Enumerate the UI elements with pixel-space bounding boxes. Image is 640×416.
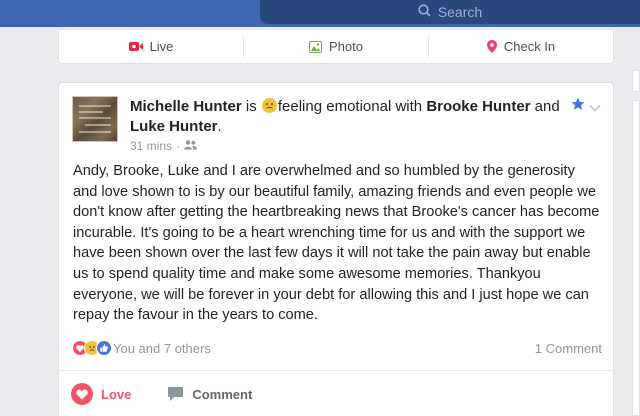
comments-count[interactable]: 1 Comment bbox=[535, 341, 602, 356]
love-label: Love bbox=[101, 386, 132, 402]
search-bar[interactable]: Search bbox=[260, 0, 640, 24]
comment-icon bbox=[167, 386, 184, 402]
friends-audience-icon[interactable] bbox=[184, 139, 198, 153]
photo-label: Photo bbox=[329, 39, 363, 54]
chevron-down-icon[interactable] bbox=[589, 99, 601, 117]
feeling-emoji-icon bbox=[261, 98, 277, 113]
comment-label: Comment bbox=[192, 386, 253, 402]
location-pin-icon bbox=[486, 40, 497, 53]
check-in-label: Check In bbox=[503, 39, 556, 54]
right-column-card bbox=[632, 100, 640, 416]
feed-post: Michelle Hunter is feeling emotional wit… bbox=[58, 82, 614, 416]
photo-button[interactable]: Photo bbox=[244, 35, 429, 58]
post-header: Michelle Hunter is feeling emotional wit… bbox=[130, 97, 570, 137]
like-reaction-icon bbox=[96, 340, 112, 356]
post-timestamp[interactable]: 31 mins bbox=[130, 139, 172, 153]
tagged-friend-brooke[interactable]: Brooke Hunter bbox=[426, 98, 530, 115]
post-actions: Love Comment bbox=[59, 370, 613, 416]
author-name[interactable]: Michelle Hunter bbox=[130, 98, 242, 115]
reaction-icons[interactable] bbox=[72, 340, 112, 356]
photo-icon bbox=[309, 40, 322, 53]
search-placeholder: Search bbox=[437, 4, 483, 20]
and-text: and bbox=[534, 98, 560, 115]
reactions-count-text[interactable]: You and 7 others bbox=[113, 341, 211, 356]
comment-button[interactable]: Comment bbox=[167, 386, 252, 402]
meta-separator: · bbox=[176, 139, 181, 153]
check-in-button[interactable]: Check In bbox=[429, 36, 613, 58]
post-body-text: Andy, Brooke, Luke and I are overwhelmed… bbox=[73, 163, 600, 324]
search-icon bbox=[418, 4, 438, 20]
live-video-icon bbox=[128, 41, 143, 52]
author-avatar[interactable] bbox=[72, 96, 118, 142]
star-icon[interactable] bbox=[571, 97, 585, 116]
is-text: is bbox=[245, 98, 257, 115]
live-label: Live bbox=[149, 39, 174, 54]
top-navigation-bar: Search bbox=[0, 0, 640, 27]
header-period: . bbox=[217, 118, 222, 135]
feeling-text: feeling emotional with bbox=[277, 98, 423, 115]
live-button[interactable]: Live bbox=[59, 35, 244, 58]
post-composer-actions: Live Photo Check In bbox=[58, 30, 614, 64]
right-column-card bbox=[632, 70, 640, 92]
love-button[interactable]: Love bbox=[71, 383, 131, 405]
post-meta: 31 mins · bbox=[130, 139, 198, 153]
reactions-summary: You and 7 others 1 Comment bbox=[72, 340, 602, 356]
tagged-friend-luke[interactable]: Luke Hunter bbox=[130, 118, 218, 135]
heart-icon bbox=[71, 383, 93, 405]
